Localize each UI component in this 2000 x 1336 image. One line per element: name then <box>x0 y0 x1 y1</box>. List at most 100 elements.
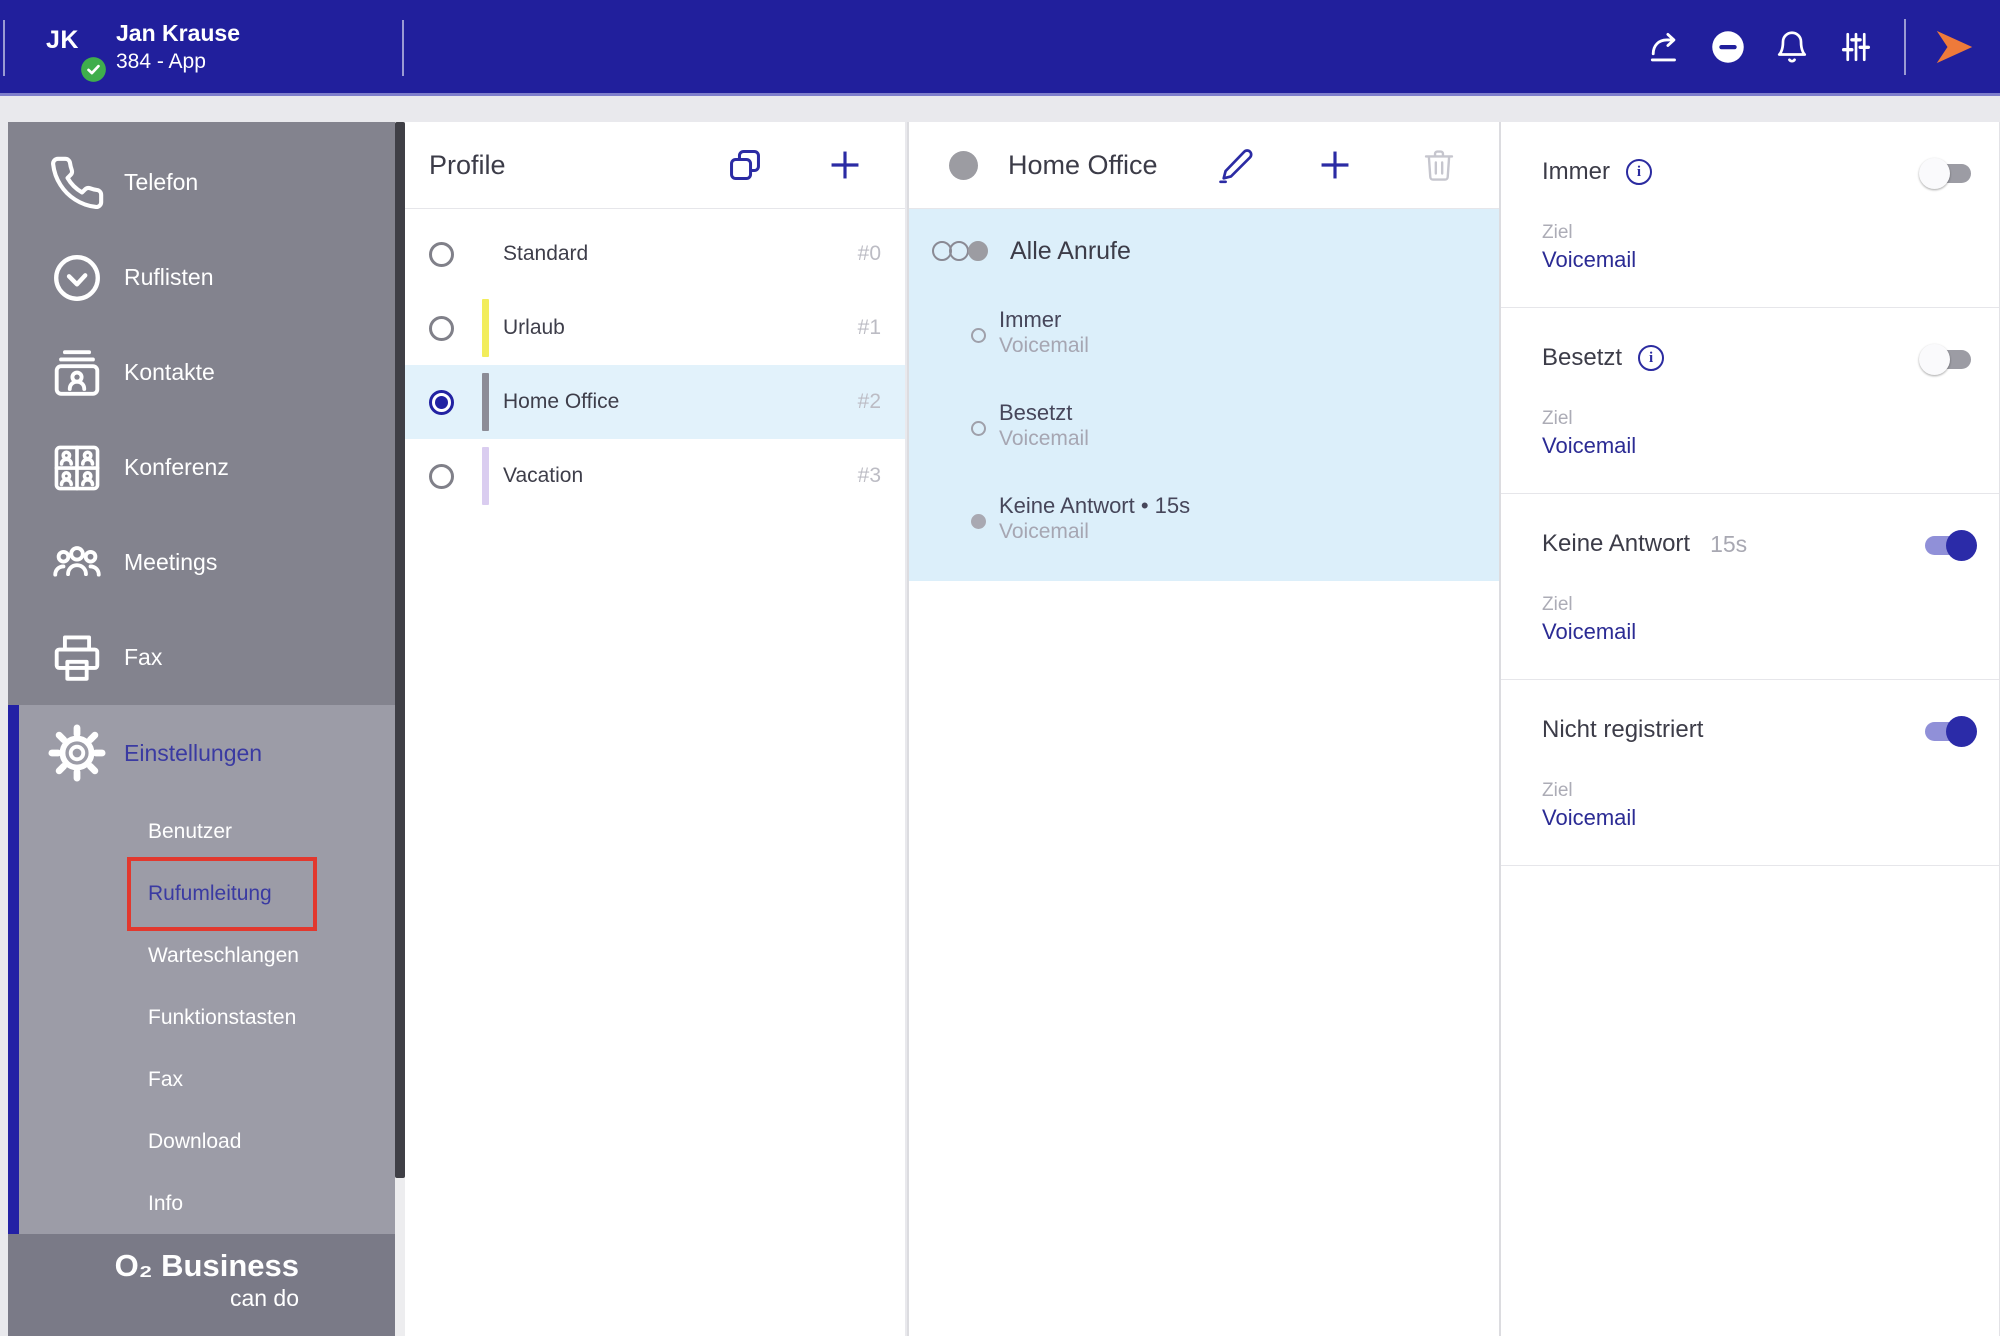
conference-grid-icon <box>48 439 106 497</box>
fw-target-label: Ziel <box>1542 408 1573 429</box>
user-avatar[interactable]: JK <box>46 26 110 82</box>
sidebar-item-meetings[interactable]: Meetings <box>8 515 395 610</box>
fw-section-immer: Immer i Ziel Voicemail <box>1501 122 1999 308</box>
detail-title: Home Office <box>1008 149 1158 180</box>
sidebar: Telefon Ruflisten Kontakte Konferenz Mee… <box>8 122 395 1336</box>
topbar: JK Jan Krause 384 - App <box>0 0 2000 96</box>
fw-section-keine-antwort: Keine Antwort 15s Ziel Voicemail <box>1501 494 1999 680</box>
fw-toggle-nicht-registriert[interactable] <box>1925 716 1977 747</box>
fw-target-label: Ziel <box>1542 594 1573 615</box>
do-not-disturb-icon[interactable] <box>1696 15 1760 79</box>
fw-target-label: Ziel <box>1542 780 1573 801</box>
sidebar-subitem-benutzer[interactable]: Benutzer <box>8 801 395 863</box>
sidebar-item-konferenz[interactable]: Konferenz <box>8 420 395 515</box>
topbar-divider <box>402 20 404 76</box>
fw-target-value: Voicemail <box>1542 619 1637 644</box>
rule-bullet <box>971 328 986 343</box>
profile-name: Standard <box>503 242 589 265</box>
subitem-label: Info <box>148 1192 184 1215</box>
fw-toggle-keine-antwort[interactable] <box>1925 530 1977 561</box>
add-profile-icon[interactable] <box>817 137 873 193</box>
profile-radio[interactable] <box>429 463 454 489</box>
people-icon <box>48 534 106 592</box>
sidebar-subitem-fax[interactable]: Fax <box>8 1049 395 1111</box>
profile-color-bar <box>482 447 489 505</box>
rule-name: Immer <box>999 307 1062 332</box>
fw-section-nicht-registriert: Nicht registriert Ziel Voicemail <box>1501 680 1999 866</box>
profile-radio[interactable] <box>429 315 454 341</box>
call-forwarding-icon[interactable] <box>1632 15 1696 79</box>
profile-row-urlaub[interactable]: Urlaub #1 <box>405 291 905 365</box>
delete-profile-icon[interactable] <box>1411 137 1467 193</box>
all-calls-row[interactable]: Alle Anrufe <box>909 237 1499 266</box>
topbar-right-divider <box>1904 18 1906 75</box>
presence-check-icon <box>80 56 107 83</box>
rule-besetzt[interactable]: Besetzt Voicemail <box>909 399 1499 452</box>
profile-row-standard[interactable]: Standard #0 <box>405 217 905 291</box>
profile-status-dot <box>949 150 978 180</box>
fw-title: Keine Antwort <box>1542 530 1691 557</box>
profiles-title: Profile <box>429 149 506 180</box>
sidebar-subitem-warteschlangen[interactable]: Warteschlangen <box>8 925 395 987</box>
rule-bullet <box>971 421 986 436</box>
sidebar-subitem-info[interactable]: Info <box>8 1173 395 1235</box>
printer-icon <box>48 629 106 687</box>
edit-profile-icon[interactable] <box>1209 137 1265 193</box>
rule-bullet <box>971 514 986 529</box>
profile-number: #3 <box>857 464 881 487</box>
profile-color-bar <box>482 299 489 357</box>
profile-row-vacation[interactable]: Vacation #3 <box>405 439 905 513</box>
profile-color-bar <box>482 225 489 283</box>
rule-target: Voicemail <box>999 334 1089 357</box>
fw-title: Immer <box>1542 158 1610 185</box>
user-info: Jan Krause 384 - App <box>116 18 240 76</box>
sidebar-subitem-funktionstasten[interactable]: Funktionstasten <box>8 987 395 1049</box>
sidebar-item-einstellungen[interactable]: Einstellungen <box>8 705 395 801</box>
user-name: Jan Krause <box>116 20 241 46</box>
rule-name: Keine Antwort • 15s <box>999 493 1191 518</box>
fw-target-value: Voicemail <box>1542 247 1637 272</box>
sidebar-item-telefon[interactable]: Telefon <box>8 135 395 230</box>
sidebar-scrollbar <box>395 122 405 1336</box>
subitem-label: Rufumleitung <box>148 882 272 905</box>
sidebar-item-fax[interactable]: Fax <box>8 610 395 705</box>
rule-target: Voicemail <box>999 520 1089 543</box>
profile-name: Vacation <box>503 464 584 487</box>
clock-icon <box>48 249 106 307</box>
logout-arrow-icon[interactable] <box>1922 15 1986 79</box>
sidebar-item-ruflisten[interactable]: Ruflisten <box>8 230 395 325</box>
add-rule-icon[interactable] <box>1307 137 1363 193</box>
sidebar-item-label: Einstellungen <box>124 739 263 766</box>
sidebar-item-label: Meetings <box>124 549 218 575</box>
fw-toggle-besetzt[interactable] <box>1919 344 1971 375</box>
rule-keine-antwort[interactable]: Keine Antwort • 15s Voicemail <box>909 492 1499 545</box>
brand-footer: O₂ Business can do <box>8 1234 395 1336</box>
profile-row-home-office[interactable]: Home Office #2 <box>405 365 905 439</box>
sidebar-item-kontakte[interactable]: Kontakte <box>8 325 395 420</box>
scrollbar-thumb[interactable] <box>395 122 405 1178</box>
rule-target: Voicemail <box>999 427 1089 450</box>
profile-number: #0 <box>857 242 881 265</box>
brand-tagline: can do <box>229 1285 299 1311</box>
filter-sliders-icon[interactable] <box>1824 15 1888 79</box>
subitem-label: Download <box>148 1130 242 1153</box>
profiles-header: Profile <box>405 122 905 209</box>
sidebar-subitem-download[interactable]: Download <box>8 1111 395 1173</box>
info-icon[interactable]: i <box>1626 159 1652 185</box>
rule-immer[interactable]: Immer Voicemail <box>909 306 1499 359</box>
subitem-label: Fax <box>148 1068 184 1091</box>
rule-name: Besetzt <box>999 400 1073 425</box>
sidebar-subitem-rufumleitung[interactable]: Rufumleitung <box>8 863 395 925</box>
app-window: JK Jan Krause 384 - App Telefon Rufliste… <box>0 0 2000 1336</box>
profile-number: #1 <box>857 316 881 339</box>
profile-radio[interactable] <box>429 389 454 415</box>
fw-title: Nicht registriert <box>1542 716 1704 743</box>
phone-icon <box>48 154 106 212</box>
profile-name: Home Office <box>503 390 620 413</box>
info-icon[interactable]: i <box>1638 345 1665 371</box>
fw-toggle-immer[interactable] <box>1919 158 1971 189</box>
copy-profile-icon[interactable] <box>717 137 773 193</box>
forwarding-settings-panel: Immer i Ziel Voicemail Besetzt i Ziel Vo… <box>1499 122 2000 1336</box>
notifications-bell-icon[interactable] <box>1760 15 1824 79</box>
profile-radio[interactable] <box>429 241 454 267</box>
